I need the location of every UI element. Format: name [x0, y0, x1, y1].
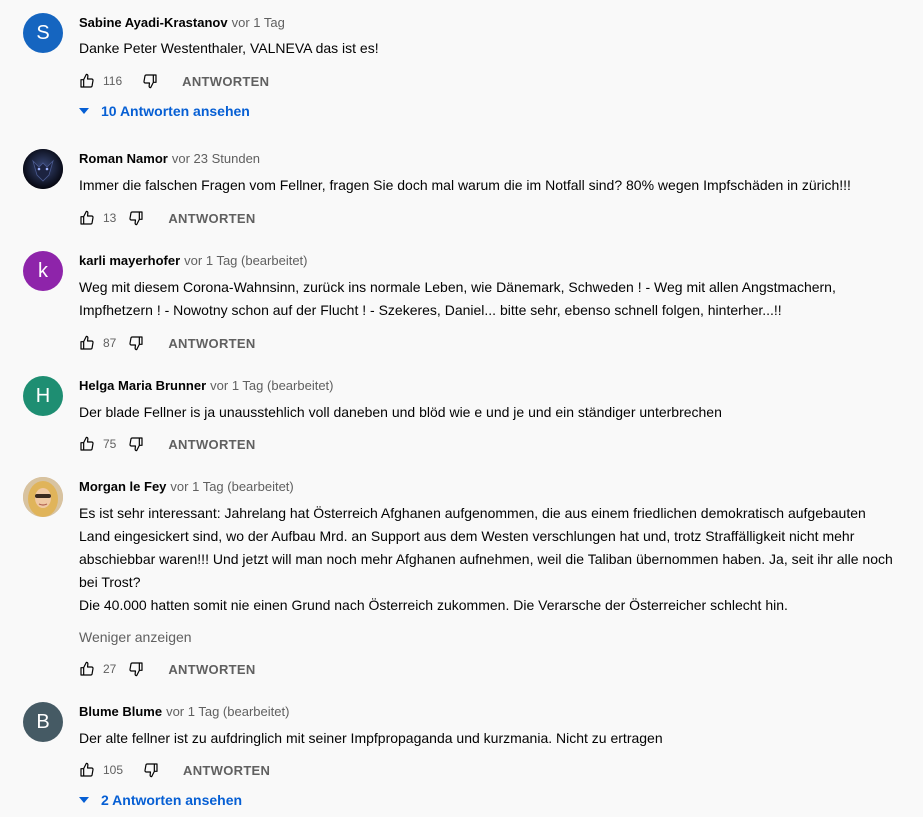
- avatar-image-icon: [23, 477, 63, 517]
- published-time[interactable]: vor 1 Tag (bearbeitet): [210, 378, 333, 393]
- author-name[interactable]: karli mayerhofer: [79, 253, 180, 268]
- reply-button[interactable]: ANTWORTEN: [168, 211, 255, 226]
- like-icon[interactable]: [79, 210, 95, 226]
- dislike-icon[interactable]: [143, 762, 159, 778]
- comment-toolbar: 105 ANTWORTEN: [79, 760, 270, 780]
- author-name[interactable]: Blume Blume: [79, 704, 162, 719]
- published-time[interactable]: vor 23 Stunden: [172, 151, 260, 166]
- reply-button[interactable]: ANTWORTEN: [168, 437, 255, 452]
- dislike-icon[interactable]: [142, 73, 158, 89]
- like-icon[interactable]: [79, 436, 95, 452]
- dislike-icon[interactable]: [128, 335, 144, 351]
- comment-toolbar: 116 ANTWORTEN: [79, 71, 269, 91]
- avatar-letter: B: [36, 711, 50, 733]
- comment-text: Es ist sehr interessant: Jahrelang hat Ö…: [79, 505, 893, 613]
- like-icon[interactable]: [79, 762, 95, 778]
- comment-text: Der alte fellner ist zu aufdringlich mit…: [79, 730, 663, 746]
- caret-down-icon: [79, 797, 89, 803]
- caret-down-icon: [79, 108, 89, 114]
- like-icon[interactable]: [79, 335, 95, 351]
- like-count: 105: [103, 763, 124, 777]
- dislike-icon[interactable]: [128, 661, 144, 677]
- like-count: 27: [103, 662, 117, 676]
- comment-toolbar: 75 ANTWORTEN: [79, 434, 256, 454]
- comment-toolbar: 13 ANTWORTEN: [79, 208, 256, 228]
- view-replies-button[interactable]: 2 Antworten ansehen: [79, 792, 242, 808]
- reply-button[interactable]: ANTWORTEN: [183, 763, 270, 778]
- comment-toolbar: 87 ANTWORTEN: [79, 333, 256, 353]
- published-time[interactable]: vor 1 Tag (bearbeitet): [170, 479, 293, 494]
- comment-header: Helga Maria Brunner vor 1 Tag (bearbeitet…: [79, 377, 334, 395]
- avatar-image-icon: [23, 149, 63, 189]
- avatar[interactable]: [23, 477, 63, 517]
- avatar[interactable]: [23, 149, 63, 189]
- avatar[interactable]: B: [23, 702, 63, 742]
- reply-button[interactable]: ANTWORTEN: [168, 336, 255, 351]
- avatar[interactable]: S: [23, 13, 63, 53]
- reply-button[interactable]: ANTWORTEN: [168, 662, 255, 677]
- avatar-letter: k: [38, 260, 48, 282]
- comment-header: Roman Namor vor 23 Stunden: [79, 150, 260, 168]
- reply-button[interactable]: ANTWORTEN: [182, 74, 269, 89]
- comment-text: Weg mit diesem Corona-Wahnsinn, zurück i…: [79, 279, 836, 318]
- comment-header: Morgan le Fey vor 1 Tag (bearbeitet): [79, 478, 294, 496]
- avatar[interactable]: H: [23, 376, 63, 416]
- published-time[interactable]: vor 1 Tag (bearbeitet): [166, 704, 289, 719]
- view-replies-button[interactable]: 10 Antworten ansehen: [79, 103, 250, 119]
- like-count: 13: [103, 211, 117, 225]
- comment-text: Der blade Fellner is ja unausstehlich vo…: [79, 404, 722, 420]
- like-count: 75: [103, 437, 117, 451]
- comment-text: Danke Peter Westenthaler, VALNEVA das is…: [79, 40, 379, 56]
- comment-header: karli mayerhofer vor 1 Tag (bearbeitet): [79, 252, 308, 270]
- view-replies-label: 2 Antworten ansehen: [101, 792, 243, 808]
- view-replies-label: 10 Antworten ansehen: [101, 103, 250, 119]
- author-name[interactable]: Roman Namor: [79, 151, 168, 166]
- dislike-icon[interactable]: [128, 436, 144, 452]
- published-time[interactable]: vor 1 Tag (bearbeitet): [184, 253, 307, 268]
- comment-toolbar: 27 ANTWORTEN: [79, 659, 256, 679]
- avatar-letter: S: [36, 22, 50, 44]
- comment-header: Sabine Ayadi-Krastanov vor 1 Tag: [79, 14, 285, 32]
- like-icon[interactable]: [79, 73, 95, 89]
- author-name[interactable]: Morgan le Fey: [79, 479, 166, 494]
- author-name[interactable]: Helga Maria Brunner: [79, 378, 206, 393]
- like-icon[interactable]: [79, 661, 95, 677]
- like-count: 87: [103, 336, 117, 350]
- published-time[interactable]: vor 1 Tag: [232, 15, 285, 30]
- like-count: 116: [103, 74, 123, 88]
- avatar[interactable]: k: [23, 251, 63, 291]
- author-name[interactable]: Sabine Ayadi-Krastanov: [79, 15, 228, 30]
- comment-header: Blume Blume vor 1 Tag (bearbeitet): [79, 703, 289, 721]
- comment-text: Immer die falschen Fragen vom Fellner, f…: [79, 177, 851, 193]
- avatar-letter: H: [35, 385, 51, 407]
- dislike-icon[interactable]: [128, 210, 144, 226]
- show-less-button[interactable]: Weniger anzeigen: [79, 629, 192, 645]
